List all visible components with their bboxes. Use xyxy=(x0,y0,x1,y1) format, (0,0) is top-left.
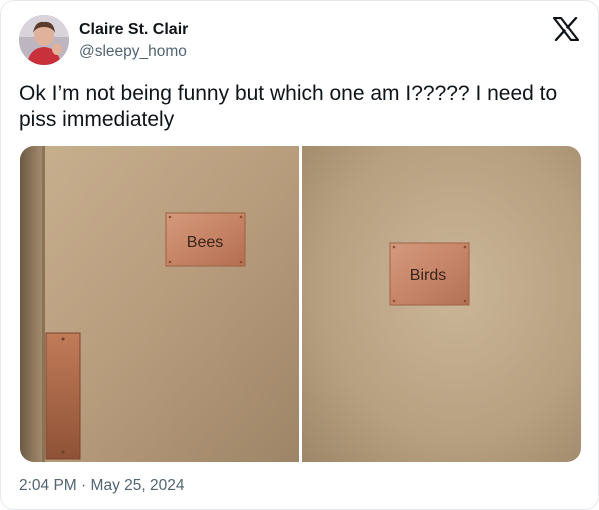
timestamp-separator: · xyxy=(81,477,87,494)
author-handle[interactable]: @sleepy_homo xyxy=(79,43,187,61)
tweet-header: Claire St. Clair @sleepy_homo xyxy=(19,15,580,67)
photo-bees-door[interactable]: Bees xyxy=(20,146,299,462)
bees-sign-label: Bees xyxy=(187,234,223,251)
author-name[interactable]: Claire St. Clair xyxy=(79,21,188,39)
avatar[interactable] xyxy=(19,15,69,65)
tweet-media[interactable]: Bees Birds xyxy=(20,146,581,462)
x-logo-icon[interactable] xyxy=(552,16,580,42)
tweet-time: 2:04 PM xyxy=(19,477,77,494)
tweet-card: Claire St. Clair @sleepy_homo Ok I’m not… xyxy=(0,0,599,510)
avatar-image xyxy=(19,15,69,65)
photo-birds-door[interactable]: Birds xyxy=(302,146,581,462)
tweet-timestamp[interactable]: 2:04 PM · May 25, 2024 xyxy=(19,477,184,495)
birds-sign-label: Birds xyxy=(410,267,446,284)
tweet-text: Ok I’m not being funny but which one am … xyxy=(19,82,558,131)
tweet-date: May 25, 2024 xyxy=(90,477,185,494)
